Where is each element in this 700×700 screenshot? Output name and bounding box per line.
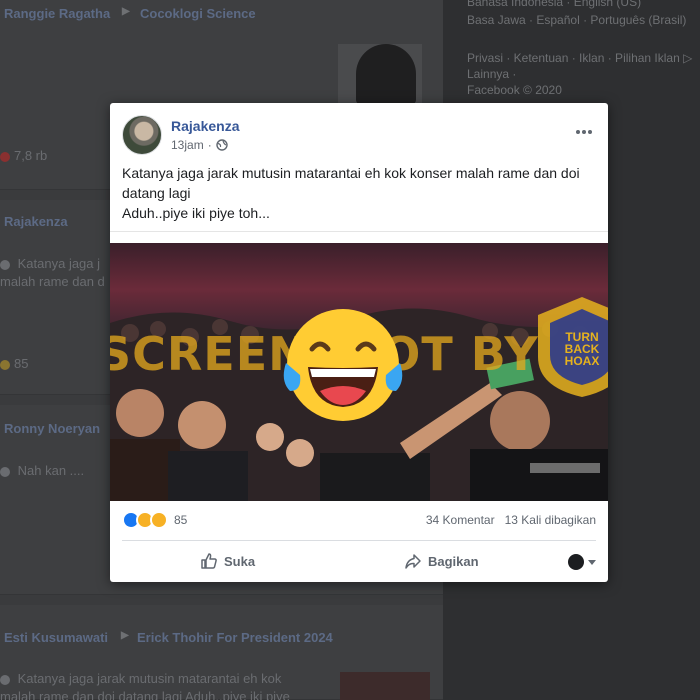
globe-icon[interactable] [215,139,228,151]
post-photo[interactable]: SCREENSHOT BY TURN BACK HOAX [110,243,608,501]
post-meta: 13jam · [171,138,228,152]
wow-reaction-icon [150,511,168,529]
share-arrow-icon [405,554,421,569]
bg-post-author: Ranggie Ragatha [4,6,111,21]
post-body: Katanya jaga jarak mutusin matarantai eh… [122,163,592,223]
bg-text-line: Katanya jaga jarak mutusin matarantai eh… [17,671,282,686]
bg-links-row: Privasi · Ketentuan · Iklan · Pilihan Ik… [467,51,693,65]
bg-post-group: Cocoklogi Science [140,6,256,21]
laughing-emoji-icon [283,309,403,421]
more-options-icon[interactable] [576,121,596,134]
turnbackhoax-badge: TURN BACK HOAX [538,297,608,397]
bg-reaction-count: 85 [0,356,28,371]
bg-links-row: Lainnya · [467,67,517,81]
bg-languages-row: Basa Jawa · Español · Português (Brasil) [467,13,687,27]
bg-post-text: malah rame dan doi datang lagi Aduh..piy… [0,689,290,700]
post-card: Rajakenza 13jam · Katanya jaga jarak mut… [110,103,608,582]
separator-dot: · [207,138,212,152]
divider [122,540,596,541]
arrow-right-icon: ▶ [121,630,129,641]
post-text-line: Aduh..piye iki piye toh... [122,205,270,221]
share-label: Bagikan [428,553,479,569]
bg-count-text: 7,8 rb [14,148,48,163]
love-icon [0,151,10,162]
post-header: Rajakenza 13jam · [122,115,596,159]
bg-post-text: Katanya jaga jarak mutusin matarantai eh… [0,671,281,686]
arrow-right-icon: ▶ [122,6,130,17]
audience-selector[interactable] [568,554,596,570]
globe-icon [0,674,10,685]
avatar[interactable] [122,115,162,155]
bg-languages-row: Bahasa Indonesia · English (US) [467,0,642,9]
bg-thumbnail [340,672,430,700]
bg-text-line: Nah kan .... [17,463,85,478]
reaction-count[interactable]: 85 [174,513,187,527]
bg-text-line: Katanya jaga j [17,256,101,271]
engagement-counts: 34 Komentar 13 Kali dibagikan [426,513,596,527]
shares-count[interactable]: 13 Kali dibagikan [505,513,596,527]
share-button[interactable]: Bagikan [404,552,479,570]
like-button[interactable]: Suka [200,552,255,570]
profile-avatar-icon [568,554,584,570]
comments-count[interactable]: 34 Komentar [426,513,495,527]
post-stats: 85 34 Komentar 13 Kali dibagikan [122,509,596,531]
bg-post-text: malah rame dan d [0,274,105,289]
chevron-down-icon [588,559,596,565]
bg-reaction-count: 7,8 rb [0,148,47,163]
post-text-line: datang lagi [122,185,191,201]
haha-icon [0,359,10,370]
divider [110,231,608,232]
bg-post-card: Esti Kusumawati ▶ Erick Thohir For Presi… [0,605,443,700]
bg-comment-author: Ronny Noeryan [4,421,101,436]
post-text-line: Katanya jaga jarak mutusin matarantai eh… [122,165,580,181]
like-label: Suka [224,553,256,569]
globe-icon [0,466,10,477]
post-timestamp[interactable]: 13jam [171,138,204,152]
bg-count-text: 85 [14,356,29,371]
bg-post-text: Katanya jaga j [0,256,100,271]
globe-icon [0,259,10,270]
bg-post-author: Esti Kusumawati [4,630,109,645]
reaction-summary[interactable]: 85 [122,511,187,529]
bg-post-author: Rajakenza [4,214,68,229]
bg-person-image [356,44,416,104]
post-author[interactable]: Rajakenza [171,118,239,134]
post-actions: Suka Bagikan [122,546,596,576]
thumbs-up-icon [201,553,217,569]
bg-copyright: Facebook © 2020 [467,83,562,97]
badge-text-line: HOAX [565,354,600,368]
bg-sidebar-footer: Bahasa Indonesia · English (US) Basa Jaw… [455,0,700,100]
bg-post-group: Erick Thohir For President 2024 [137,630,333,645]
bg-comment-text: Nah kan .... [0,463,84,478]
